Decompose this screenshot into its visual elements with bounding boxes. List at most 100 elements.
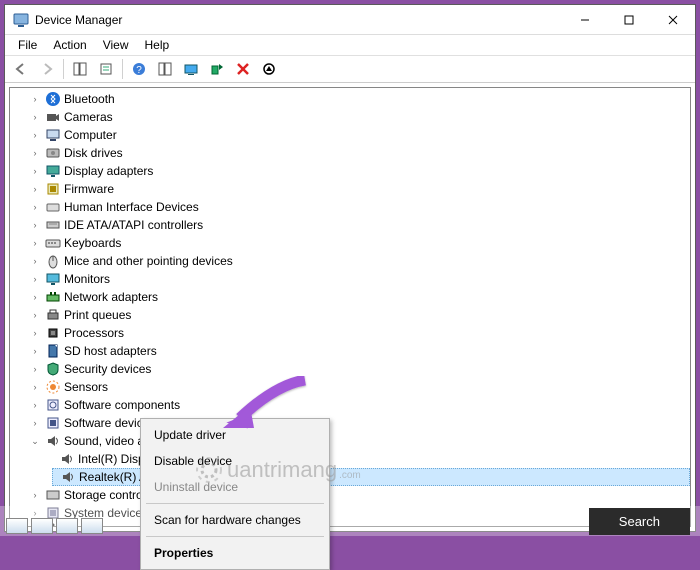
expander-icon[interactable]: ⌄ (28, 434, 42, 448)
tree-category[interactable]: ›Display adapters (24, 162, 690, 180)
update-driver-toolbar-button[interactable] (205, 57, 229, 81)
category-icon (45, 325, 61, 341)
category-icon (45, 127, 61, 143)
tree-label: Disk drives (64, 146, 123, 160)
expander-icon[interactable]: › (28, 110, 42, 124)
action-toolbar-button[interactable] (153, 57, 177, 81)
expander-icon[interactable]: › (28, 92, 42, 106)
tree-label: Network adapters (64, 290, 158, 304)
category-icon (45, 181, 61, 197)
properties-toolbar-button[interactable] (94, 57, 118, 81)
tree-label: Mice and other pointing devices (64, 254, 233, 268)
category-icon (45, 415, 61, 431)
ctx-separator (146, 536, 324, 537)
expander-icon[interactable]: › (28, 308, 42, 322)
menu-view[interactable]: View (96, 36, 136, 54)
expander-icon[interactable]: › (28, 146, 42, 160)
tree-category[interactable]: ›Monitors (24, 270, 690, 288)
menu-action[interactable]: Action (46, 36, 93, 54)
tree-category[interactable]: ›Processors (24, 324, 690, 342)
ctx-disable-device[interactable]: Disable device (144, 448, 326, 474)
close-button[interactable] (651, 5, 695, 34)
disable-toolbar-button[interactable] (257, 57, 281, 81)
window-title: Device Manager (35, 13, 563, 27)
thumbnail[interactable] (6, 518, 28, 534)
help-toolbar-button[interactable]: ? (127, 57, 151, 81)
toolbar-separator (63, 59, 64, 79)
tree-label: Firmware (64, 182, 114, 196)
ctx-update-driver[interactable]: Update driver (144, 422, 326, 448)
ctx-scan-hardware[interactable]: Scan for hardware changes (144, 507, 326, 533)
expander-icon[interactable]: › (28, 416, 42, 430)
tree-label: Print queues (64, 308, 131, 322)
scan-hardware-button[interactable] (179, 57, 203, 81)
tree-category[interactable]: › Security devices (24, 360, 690, 378)
back-button[interactable] (9, 57, 33, 81)
category-icon (45, 289, 61, 305)
device-tree[interactable]: ›Bluetooth›Cameras›Computer›Disk drives›… (9, 87, 691, 527)
expander-icon[interactable]: › (28, 344, 42, 358)
tree-category[interactable]: › Keyboards (24, 234, 690, 252)
category-icon (45, 253, 61, 269)
tree-category[interactable]: › Storage contro (24, 486, 690, 504)
expander-icon[interactable]: › (28, 236, 42, 250)
tree-category[interactable]: ›Software devices (24, 414, 690, 432)
ctx-separator (146, 503, 324, 504)
device-icon (59, 451, 75, 467)
expander-icon[interactable]: › (28, 254, 42, 268)
expander-icon[interactable]: › (28, 362, 42, 376)
ctx-properties[interactable]: Properties (144, 540, 326, 566)
category-icon (45, 307, 61, 323)
tree-category[interactable]: ›Bluetooth (24, 90, 690, 108)
uninstall-toolbar-button[interactable] (231, 57, 255, 81)
expander-icon[interactable]: › (28, 128, 42, 142)
category-icon (45, 217, 61, 233)
window-controls (563, 5, 695, 34)
tree-label: Keyboards (64, 236, 121, 250)
device-manager-icon (13, 12, 29, 28)
expander-icon[interactable]: › (28, 398, 42, 412)
ctx-uninstall-device[interactable]: Uninstall device (144, 474, 326, 500)
tree-label: Security devices (64, 362, 151, 376)
search-button[interactable]: Search (589, 508, 690, 535)
tree-label: Storage contro (64, 488, 143, 502)
tree-category[interactable]: › Software components (24, 396, 690, 414)
tree-category[interactable]: › Firmware (24, 180, 690, 198)
tree-category[interactable]: ›Human Interface Devices (24, 198, 690, 216)
tree-category[interactable]: › Sensors (24, 378, 690, 396)
tree-category[interactable]: › Network adapters (24, 288, 690, 306)
show-hide-tree-button[interactable] (68, 57, 92, 81)
expander-icon[interactable]: › (28, 326, 42, 340)
category-icon (45, 343, 61, 359)
tree-category[interactable]: › Disk drives (24, 144, 690, 162)
tree-category[interactable]: ⌄Sound, video and game controllers (24, 432, 690, 450)
bottom-bar: Search (0, 506, 700, 536)
tree-label: Software components (64, 398, 180, 412)
expander-icon[interactable]: › (28, 164, 42, 178)
thumbnail[interactable] (56, 518, 78, 534)
tree-category[interactable]: › Print queues (24, 306, 690, 324)
minimize-button[interactable] (563, 5, 607, 34)
maximize-button[interactable] (607, 5, 651, 34)
expander-icon[interactable]: › (28, 272, 42, 286)
expander-icon[interactable]: › (28, 218, 42, 232)
thumbnail[interactable] (31, 518, 53, 534)
thumbnail-strip (6, 518, 103, 534)
expander-icon[interactable]: › (28, 488, 42, 502)
expander-icon[interactable]: › (28, 200, 42, 214)
expander-icon[interactable]: › (28, 290, 42, 304)
device-manager-window: Device Manager File Action View Help ? ›… (4, 4, 696, 532)
forward-button[interactable] (35, 57, 59, 81)
menu-file[interactable]: File (11, 36, 44, 54)
tree-category[interactable]: ›IDE ATA/ATAPI controllers (24, 216, 690, 234)
expander-icon[interactable]: › (28, 182, 42, 196)
tree-label: Sensors (64, 380, 108, 394)
tree-category[interactable]: ›SD host adapters (24, 342, 690, 360)
category-icon (45, 91, 61, 107)
thumbnail[interactable] (81, 518, 103, 534)
tree-category[interactable]: ›Cameras (24, 108, 690, 126)
tree-category[interactable]: ›Computer (24, 126, 690, 144)
expander-icon[interactable]: › (28, 380, 42, 394)
menu-help[interactable]: Help (138, 36, 177, 54)
tree-category[interactable]: › Mice and other pointing devices (24, 252, 690, 270)
